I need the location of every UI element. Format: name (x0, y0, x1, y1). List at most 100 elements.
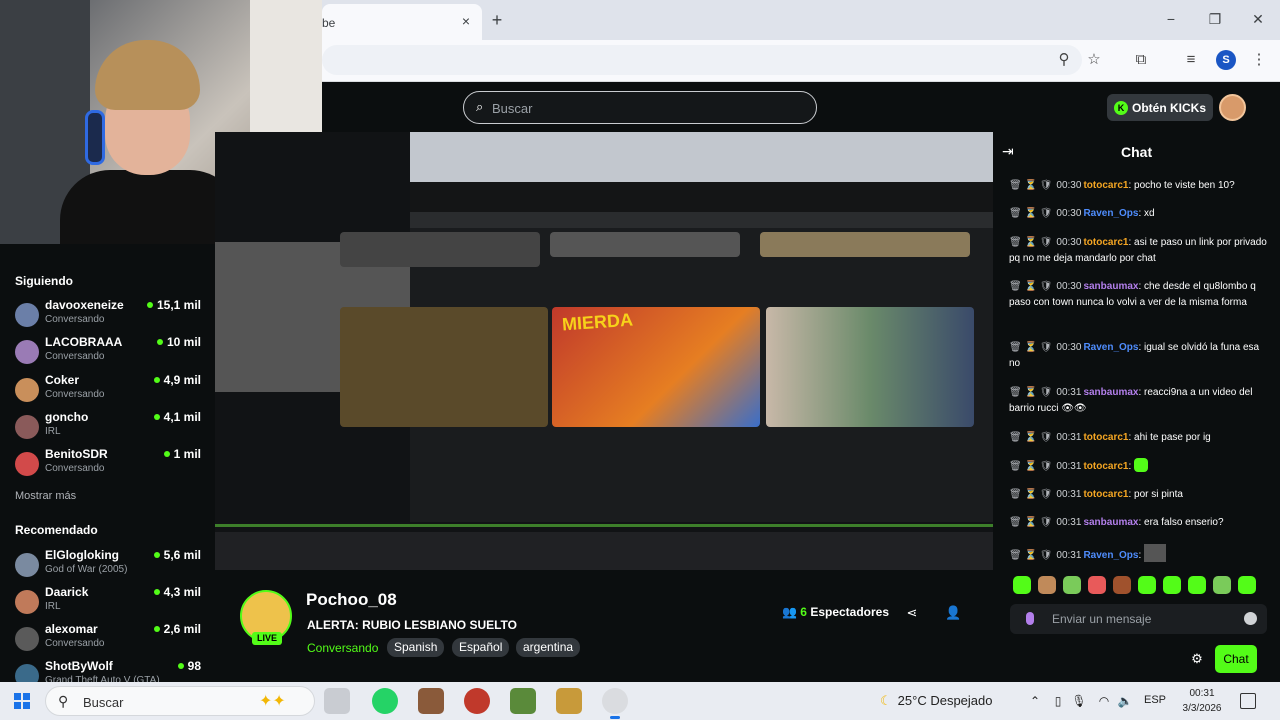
moderation-icons[interactable]: 🗑 ⏳ 🛡 (1009, 489, 1052, 500)
get-kicks-label: Obtén KICKs (1132, 101, 1207, 115)
sidebar-item-benitosdr[interactable]: BenitoSDR Conversando 1 mil (15, 447, 205, 481)
media-icon[interactable]: ≡ (1180, 49, 1202, 71)
close-icon[interactable]: × (456, 11, 476, 31)
whatsapp-icon[interactable] (372, 688, 398, 714)
moderation-icons[interactable]: 🗑 ⏳ 🛡 (1009, 237, 1052, 248)
gear-icon[interactable]: ⚙ (1189, 651, 1205, 667)
channel-name[interactable]: Pochoo_08 (306, 590, 397, 610)
channel-category: IRL (45, 601, 61, 612)
stream-info: LIVE Pochoo_08 ALERTA: RUBIO LESBIANO SU… (215, 570, 993, 682)
viewer-count: 4,1 mil (153, 410, 201, 424)
video-controls[interactable] (215, 532, 993, 570)
moderation-icons[interactable]: 🗑 ⏳ 🛡 (1009, 517, 1052, 528)
moderation-icons[interactable]: 🗑 ⏳ 🛡 (1009, 208, 1052, 219)
viewer-count: 98 (177, 659, 201, 673)
emote-icon[interactable] (1238, 576, 1256, 594)
moderation-icons[interactable]: 🗑 ⏳ 🛡 (1009, 387, 1052, 398)
taskbar-search-input[interactable]: ⚲ Buscar ✦✦ (45, 686, 315, 716)
video-player[interactable]: MIERDA (215, 132, 993, 570)
microphone-icon[interactable]: 🎙 (1071, 693, 1087, 709)
task-view-icon[interactable] (324, 688, 350, 714)
sidebar-item-goncho[interactable]: goncho IRL 4,1 mil (15, 410, 205, 444)
webcam-person-hair (95, 40, 200, 110)
notification-icon[interactable] (1240, 693, 1256, 709)
profile-avatar[interactable]: S (1216, 50, 1236, 70)
start-icon[interactable] (14, 693, 30, 709)
microphone-icon[interactable] (1026, 612, 1034, 625)
stream-category[interactable]: Conversando (307, 641, 378, 655)
menu-icon[interactable]: ⋮ (1248, 49, 1270, 71)
app-icon[interactable] (464, 688, 490, 714)
moderation-icons[interactable]: 🗑 ⏳ 🛡 (1009, 550, 1052, 561)
app-icon[interactable] (418, 688, 444, 714)
channel-name: goncho (45, 410, 89, 424)
sidebar-item-davooxeneize[interactable]: davooxeneize Conversando 15,1 mil (15, 298, 205, 332)
wifi-icon[interactable]: ◠ (1096, 693, 1112, 709)
chat-header: ⇥ Chat (993, 132, 1280, 170)
sidebar-item-lacobraaa[interactable]: LACOBRAAA Conversando 10 mil (15, 335, 205, 369)
stream-title: ALERTA: RUBIO LESBIANO SUELTO (307, 618, 517, 632)
chat-message-input[interactable]: Enviar un mensaje (1010, 604, 1267, 634)
emoji-icon[interactable] (1244, 612, 1257, 625)
new-tab-button[interactable]: + (486, 9, 508, 31)
share-icon[interactable]: ⋖ (904, 605, 920, 621)
close-window-button[interactable]: ✕ (1245, 8, 1271, 30)
tag-argentina[interactable]: argentina (516, 638, 581, 657)
search-input[interactable]: ⌕ Buscar (463, 91, 817, 124)
chrome-icon[interactable] (602, 688, 628, 719)
get-kicks-button[interactable]: K Obtén KICKs (1107, 94, 1213, 121)
emote-icon[interactable] (1138, 576, 1156, 594)
captured-chips (410, 212, 993, 228)
show-more-link[interactable]: Mostrar más (15, 490, 76, 502)
app-icon[interactable] (556, 688, 582, 714)
video-progress-bar[interactable] (215, 524, 993, 527)
address-bar[interactable] (322, 45, 1082, 75)
volume-icon[interactable]: 🔈 (1117, 693, 1133, 709)
moderation-icons[interactable]: 🗑 ⏳ 🛡 (1009, 432, 1052, 443)
star-icon[interactable]: ☆ (1083, 49, 1105, 71)
extensions-icon[interactable]: ⧉ (1130, 49, 1152, 71)
emote-icon[interactable] (1113, 576, 1131, 594)
following-title: Siguiendo (15, 274, 73, 288)
sidebar-item-elglogloking[interactable]: ElGlogloking God of War (2005) 5,6 mil (15, 548, 205, 582)
user-avatar[interactable] (1219, 94, 1246, 121)
collapse-chat-icon[interactable]: ⇥ (1002, 143, 1020, 159)
emote-icon[interactable] (1188, 576, 1206, 594)
moderation-icons[interactable]: 🗑 ⏳ 🛡 (1009, 461, 1052, 472)
emote-icon[interactable] (1038, 576, 1056, 594)
captured-browser-bar (410, 132, 993, 182)
zoom-icon[interactable]: ⚲ (1053, 49, 1075, 71)
moderation-icons[interactable]: 🗑 ⏳ 🛡 (1009, 180, 1052, 191)
browser-tab[interactable]: be × (322, 4, 482, 40)
follow-user-icon[interactable]: 👤 (945, 605, 961, 621)
clock[interactable]: 00:31 3/3/2026 (1182, 686, 1222, 716)
emote-icon[interactable] (1163, 576, 1181, 594)
tray-app-icon[interactable]: ▯ (1050, 693, 1066, 709)
language-indicator[interactable]: ESP (1144, 694, 1166, 706)
emote-icon[interactable] (1213, 576, 1231, 594)
sidebar-item-daarick[interactable]: Daarick IRL 4,3 mil (15, 585, 205, 619)
minimize-button[interactable]: − (1158, 8, 1184, 30)
emote-icon[interactable] (1013, 576, 1031, 594)
weather-widget[interactable]: ☾ 25°C Despejado (880, 693, 992, 709)
emote-icon[interactable] (1088, 576, 1106, 594)
viewer-count: 1 mil (163, 447, 201, 461)
chat-message: 🗑 ⏳ 🛡 00:30 Raven_Ops: igual se olvidó la … (1009, 342, 1260, 369)
channel-category: Conversando (45, 389, 105, 400)
avatar (15, 590, 39, 614)
minecraft-icon[interactable] (510, 688, 536, 714)
channel-name: Daarick (45, 585, 89, 599)
chat-message: 🗑 ⏳ 🛡 00:30 Raven_Ops: xd (1009, 208, 1155, 219)
channel-category: Conversando (45, 314, 105, 325)
sidebar-item-alexomar[interactable]: alexomar Conversando 2,6 mil (15, 622, 205, 656)
chevron-up-icon[interactable]: ⌃ (1027, 693, 1043, 709)
moderation-icons[interactable]: 🗑 ⏳ 🛡 (1009, 281, 1052, 292)
live-dot-icon (153, 414, 160, 420)
tag-espanol[interactable]: Español (452, 638, 510, 657)
sidebar-item-coker[interactable]: Coker Conversando 4,9 mil (15, 373, 205, 407)
maximize-button[interactable]: ❐ (1202, 8, 1228, 30)
moderation-icons[interactable]: 🗑 ⏳ 🛡 (1009, 342, 1052, 353)
emote-icon[interactable] (1063, 576, 1081, 594)
send-chat-button[interactable]: Chat (1215, 645, 1257, 673)
tag-spanish[interactable]: Spanish (387, 638, 445, 657)
